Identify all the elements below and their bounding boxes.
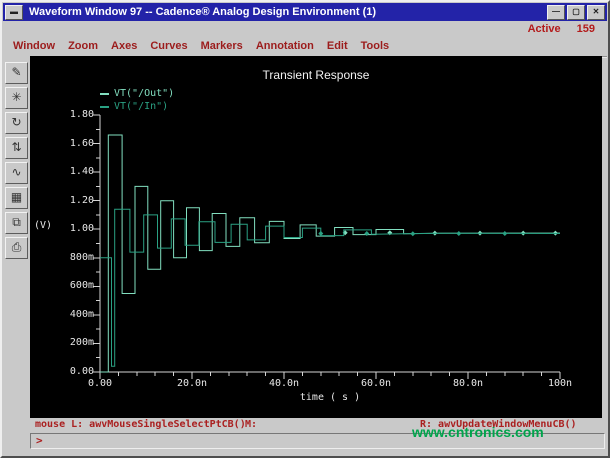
legend-label: VT("/In") (114, 101, 168, 112)
data-point-marker[interactable] (502, 231, 507, 236)
x-tick-label: 0.00 (78, 378, 122, 389)
zoom-tool-icon: ✳ (11, 90, 21, 104)
data-point-marker[interactable] (387, 230, 392, 235)
zoom-tool-button[interactable]: ✳ (5, 87, 28, 109)
redraw-tool-button[interactable]: ↻ (5, 112, 28, 134)
y-tick-label: 1.20 (48, 195, 94, 206)
titlebar[interactable]: ▬ Waveform Window 97 -- Cadence® Analog … (3, 3, 607, 21)
menu-item-annotation[interactable]: Annotation (256, 40, 314, 52)
window-title: Waveform Window 97 -- Cadence® Analog De… (25, 6, 545, 18)
y-tick-label: 800m (48, 252, 94, 263)
data-point-marker[interactable] (410, 231, 415, 236)
menu-item-zoom[interactable]: Zoom (68, 40, 98, 52)
stretch-tool-icon: ⇅ (11, 140, 21, 154)
x-tick-label: 80.0n (446, 378, 490, 389)
legend-item[interactable]: VT("/In") (100, 100, 174, 113)
calculator-tool-icon: ▦ (11, 190, 22, 204)
pencil-tool-icon: ✎ (11, 65, 21, 79)
y-tick-label: 1.60 (48, 138, 94, 149)
waveform-window: ▬ Waveform Window 97 -- Cadence® Analog … (0, 0, 610, 458)
x-tick-label: 60.0n (354, 378, 398, 389)
stretch-tool-button[interactable]: ⇅ (5, 137, 28, 159)
print-tool-icon: ⎙ (12, 240, 22, 254)
x-axis-label: time ( s ) (210, 392, 450, 403)
waveform-tool-button[interactable]: ∿ (5, 162, 28, 184)
data-point-marker[interactable] (364, 231, 369, 236)
y-axis-label: (V) (34, 220, 45, 231)
print-tool-button[interactable]: ⎙ (5, 237, 28, 259)
legend-swatch (100, 93, 109, 95)
y-tick-label: 1.40 (48, 166, 94, 177)
pencil-tool-button[interactable]: ✎ (5, 62, 28, 84)
menu-item-axes[interactable]: Axes (111, 40, 137, 52)
data-point-marker[interactable] (456, 231, 461, 236)
calculator-tool-button[interactable]: ▦ (5, 187, 28, 209)
menu-item-markers[interactable]: Markers (201, 40, 243, 52)
minimize-button[interactable]: — (547, 5, 565, 20)
mouse-middle-binding: M: (245, 419, 257, 430)
prompt-text: > (36, 434, 43, 447)
trace-out[interactable] (100, 135, 560, 372)
close-button[interactable]: ✕ (587, 5, 605, 20)
menu-item-window[interactable]: Window (13, 40, 55, 52)
x-tick-label: 20.0n (170, 378, 214, 389)
legend: VT("/Out") VT("/In") (100, 87, 174, 113)
waveform-tool-icon: ∿ (11, 165, 21, 179)
x-tick-label: 40.0n (262, 378, 306, 389)
legend-swatch (100, 106, 109, 108)
menu-bar: Window Zoom Axes Curves Markers Annotation Edi… (3, 36, 607, 56)
y-tick-label: 200m (48, 337, 94, 348)
toolbar: ✎ ✳ ↻ ⇅ ∿ ▦ ⧉ ⎙ (3, 56, 30, 420)
watermark: www.cntronics.com (412, 424, 544, 440)
active-label: Active (528, 23, 561, 35)
maximize-button[interactable]: ▢ (567, 5, 585, 20)
active-count: 159 (577, 23, 595, 35)
copy-tool-button[interactable]: ⧉ (5, 212, 28, 234)
legend-item[interactable]: VT("/Out") (100, 87, 174, 100)
plot-title: Transient Response (30, 68, 602, 82)
y-tick-label: 1.80 (48, 109, 94, 120)
active-status-row: Active 159 (3, 21, 607, 36)
plot-area[interactable]: Transient Response VT("/Out") VT("/In") … (30, 56, 602, 418)
y-tick-label: 0.00 (48, 366, 94, 377)
y-tick-label: 600m (48, 280, 94, 291)
copy-tool-icon: ⧉ (12, 215, 21, 229)
y-tick-label: 1.00 (48, 223, 94, 234)
legend-label: VT("/Out") (114, 88, 174, 99)
mouse-left-binding: mouse L: awvMouseSingleSelectPtCB() (35, 419, 246, 430)
menu-item-tools[interactable]: Tools (361, 40, 390, 52)
y-tick-label: 400m (48, 309, 94, 320)
x-tick-label: 100n (538, 378, 582, 389)
window-menu-button[interactable]: ▬ (5, 5, 23, 20)
redraw-tool-icon: ↻ (11, 115, 21, 129)
menu-item-edit[interactable]: Edit (327, 40, 348, 52)
menu-item-curves[interactable]: Curves (150, 40, 187, 52)
